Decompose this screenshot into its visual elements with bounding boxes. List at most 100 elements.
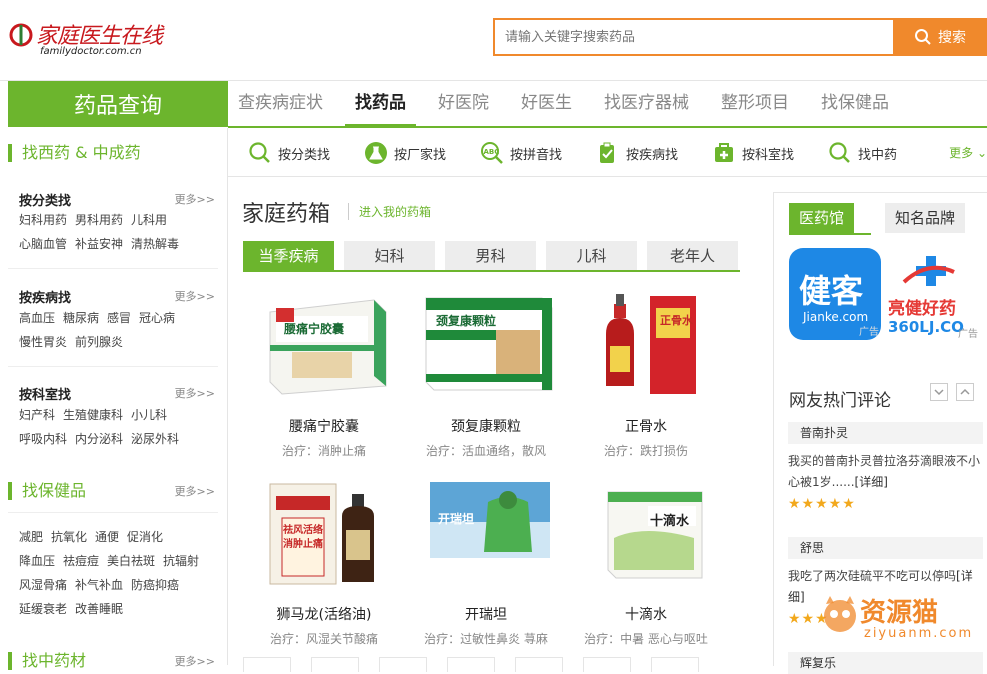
sidebar-link[interactable]: 补气补血 (75, 578, 123, 592)
nav-tab-4[interactable]: 找医疗器械 (594, 81, 699, 126)
brand-name: 健客 (799, 272, 864, 310)
sidebar-link-list: 妇科用药 男科用药 儿科用 心脑血管 补益安神 清热解毒 (19, 208, 219, 256)
logo-url: familydoctor.com.cn (40, 46, 142, 57)
sidebar-divider (8, 366, 218, 367)
tab-andrology[interactable]: 男科 (445, 241, 536, 271)
sidebar-link[interactable]: 风湿骨痛 (19, 578, 67, 592)
my-medicine-box-link[interactable]: 进入我的药箱 (348, 203, 431, 220)
review-product-name[interactable]: 辉复乐 (788, 652, 983, 674)
product-card[interactable]: 十滴水 十滴水 治疗：中暑 恶心与呕吐 (566, 478, 726, 647)
tab-seasonal-disease[interactable]: 当季疾病 (243, 241, 334, 271)
sidebar-link[interactable]: 抗辐射 (163, 554, 199, 568)
sidebar-link[interactable]: 慢性胃炎 (19, 335, 67, 349)
nav-tab-5[interactable]: 整形项目 (711, 81, 799, 126)
tab-pediatrics[interactable]: 儿科 (546, 241, 637, 271)
sidebar-link[interactable]: 祛痘痘 (63, 554, 99, 568)
sidebar-more-link[interactable]: 更多>> (175, 483, 215, 499)
sidebar-link[interactable]: 泌尿外科 (131, 432, 179, 446)
plus-logo-icon (902, 256, 955, 286)
sidebar: 找西药 & 中成药 按分类找 更多>> 妇科用药 男科用药 儿科用 心脑血管 补益安神… (8, 128, 228, 670)
review-detail-link[interactable]: [详细] (855, 475, 888, 489)
scroll-down-button[interactable] (930, 383, 948, 401)
drug-search-subnav: 按分类找 按厂家找 ABC 按拼音找 按疾病找 按科室找 找中药 更多 ⌄ (228, 128, 987, 177)
search-icon (915, 29, 931, 45)
product-box-label: 腰痛宁胶囊 (284, 322, 345, 336)
scroll-up-button[interactable] (956, 383, 974, 401)
sidebar-link[interactable]: 改善睡眠 (75, 602, 123, 616)
sidebar-link[interactable]: 促消化 (127, 530, 163, 544)
sidebar-link[interactable]: 冠心病 (139, 311, 175, 325)
sidebar-link[interactable]: 通便 (95, 530, 119, 544)
product-card[interactable]: 腰痛宁胶囊 腰痛宁胶囊 治疗：消肿止痛 (244, 290, 404, 459)
subnav-more-link[interactable]: 更多 ⌄ (949, 144, 987, 161)
sidebar-more-link[interactable]: 更多>> (175, 191, 215, 207)
flask-icon (365, 142, 387, 164)
tab-brands[interactable]: 知名品牌 (885, 203, 966, 233)
sidebar-divider (8, 268, 218, 269)
tab-gynecology[interactable]: 妇科 (344, 241, 435, 271)
product-card[interactable]: 颈复康颗粒 颈复康颗粒 治疗：活血通络，散风 (406, 290, 566, 459)
subnav-by-manufacturer[interactable]: 按厂家找 (364, 141, 446, 165)
medicine-box-image (269, 483, 374, 585)
sidebar-link[interactable]: 补益安神 (75, 237, 123, 251)
watermark-text: 资源猫 (860, 598, 939, 628)
product-card[interactable]: 祛风活络 消肿止痛 狮马龙(活络油) 治疗：风湿关节酸痛 (244, 478, 404, 647)
medicine-bottle-image (606, 294, 696, 394)
search-button[interactable]: 搜索 (893, 18, 987, 56)
sidebar-link[interactable]: 高血压 (19, 311, 55, 325)
sidebar-link[interactable]: 呼吸内科 (19, 432, 67, 446)
nav-tab-1[interactable]: 找药品 (345, 81, 416, 127)
brand-liangjian-logo[interactable]: 亮健好药 360LJ.CO 广告 (886, 248, 978, 340)
rating-stars: ★★★★★ (788, 496, 856, 512)
review-product-name[interactable]: 舒思 (788, 537, 983, 559)
subnav-label: 按厂家找 (394, 147, 447, 163)
sidebar-link[interactable]: 妇科用药 (19, 213, 67, 227)
nav-tab-3[interactable]: 好医生 (511, 81, 582, 126)
subnav-by-disease[interactable]: 按疾病找 (596, 141, 678, 165)
product-image: 十滴水 (578, 478, 714, 588)
sidebar-more-link[interactable]: 更多>> (175, 288, 215, 304)
nav-tab-2[interactable]: 好医院 (428, 81, 499, 126)
sidebar-link[interactable]: 生殖健康科 (63, 408, 123, 422)
sidebar-link[interactable]: 防癌抑癌 (131, 578, 179, 592)
sidebar-link[interactable]: 小儿科 (131, 408, 167, 422)
sidebar-link[interactable]: 心脑血管 (19, 237, 67, 251)
sidebar-more-link[interactable]: 更多>> (175, 653, 215, 669)
site-logo[interactable]: 家庭医生在线 familydoctor.com.cn (8, 16, 168, 64)
subnav-by-category[interactable]: 按分类找 (248, 141, 330, 165)
sidebar-link[interactable]: 内分泌科 (75, 432, 123, 446)
subnav-by-department[interactable]: 按科室找 (712, 141, 794, 165)
sidebar-link[interactable]: 男科用药 (75, 213, 123, 227)
brand-url: 360LJ.CO (888, 318, 964, 336)
subnav-label: 按疾病找 (626, 147, 679, 163)
search-button-label: 搜索 (938, 30, 966, 46)
nav-tab-6[interactable]: 找保健品 (811, 81, 899, 126)
nav-tab-0[interactable]: 查疾病症状 (228, 81, 333, 126)
sidebar-link[interactable]: 清热解毒 (131, 237, 179, 251)
review-text: 我买的普南扑灵普拉洛芬滴眼液不小心被1岁......[详细] (788, 451, 983, 493)
tab-pharmacy[interactable]: 医药馆 (789, 203, 855, 233)
brand-jianke-logo[interactable]: 健客 Jianke.com 广告 (789, 248, 881, 340)
tab-underline (789, 233, 871, 235)
chevron-up-icon (960, 388, 970, 395)
sidebar-link[interactable]: 抗氧化 (51, 530, 87, 544)
product-card[interactable]: 开瑞坦 开瑞坦 治疗：过敏性鼻炎 荨麻 (406, 478, 566, 647)
sidebar-more-link[interactable]: 更多>> (175, 385, 215, 401)
sidebar-link[interactable]: 感冒 (107, 311, 131, 325)
sidebar-link[interactable]: 妇产科 (19, 408, 55, 422)
sidebar-link[interactable]: 前列腺炎 (75, 335, 123, 349)
tab-elderly[interactable]: 老年人 (647, 241, 738, 271)
nav-section-title: 药品查询 (8, 81, 228, 127)
search-input[interactable] (495, 20, 893, 54)
sidebar-link[interactable]: 降血压 (19, 554, 55, 568)
product-card[interactable]: 正骨水 正骨水 治疗：跌打损伤 (566, 290, 726, 459)
sidebar-link[interactable]: 延缓衰老 (19, 602, 67, 616)
sidebar-link[interactable]: 美白祛斑 (107, 554, 155, 568)
review-product-name[interactable]: 普南扑灵 (788, 422, 983, 444)
subnav-chinese-medicine[interactable]: 找中药 (828, 141, 897, 165)
subnav-by-pinyin[interactable]: ABC 按拼音找 (480, 141, 562, 165)
sidebar-link[interactable]: 减肥 (19, 530, 43, 544)
sidebar-link[interactable]: 糖尿病 (63, 311, 99, 325)
sidebar-link[interactable]: 儿科用 (131, 213, 167, 227)
subnav-more-label: 更多 (949, 146, 974, 160)
